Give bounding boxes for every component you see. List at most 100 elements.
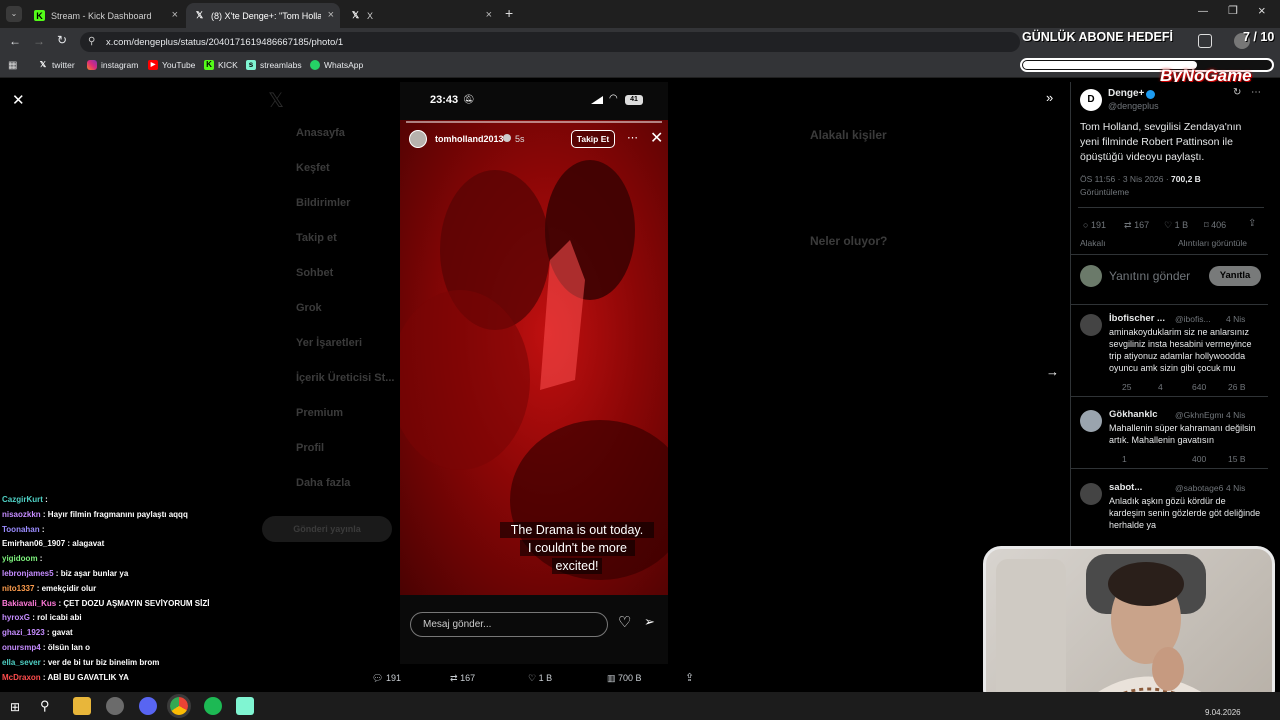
close-story-icon[interactable]: ✕ xyxy=(650,128,663,148)
reply-views[interactable]: 26 B xyxy=(1228,380,1246,394)
whatsapp-icon xyxy=(310,60,320,70)
chat-username[interactable]: nito1337 xyxy=(2,584,34,593)
close-viewer-icon[interactable]: ✕ xyxy=(12,91,25,109)
chrome-icon[interactable] xyxy=(167,694,191,718)
chat-separator: : xyxy=(53,569,61,578)
reply-avatar[interactable] xyxy=(1080,314,1102,336)
search-icon[interactable]: ⚲ xyxy=(40,698,50,714)
site-info-icon[interactable]: ⚲ xyxy=(88,36,95,47)
file-explorer-icon[interactable] xyxy=(73,697,91,715)
chat-username[interactable]: ghazi_1923 xyxy=(2,628,45,637)
tweet-reply-count[interactable]: ○ 191 xyxy=(1083,218,1106,232)
bg-side-title: Alakalı kişiler xyxy=(810,128,887,142)
discord-icon[interactable] xyxy=(139,697,157,715)
reply-views[interactable]: 15 B xyxy=(1228,452,1246,466)
chat-username[interactable]: CazgirKurt xyxy=(2,495,43,504)
chat-username[interactable]: McDraxon xyxy=(2,673,41,682)
chat-username[interactable]: Toonahan xyxy=(2,525,40,534)
chat-username[interactable]: Emirhan06_1907 xyxy=(2,539,65,548)
back-icon[interactable]: ← xyxy=(9,34,21,48)
url-input[interactable]: ⚲ x.com/dengeplus/status/204017161948666… xyxy=(80,32,1020,52)
minimize-icon[interactable]: — xyxy=(1198,6,1208,17)
reply-retweets[interactable]: 4 xyxy=(1158,380,1163,394)
close-window-icon[interactable]: × xyxy=(1258,3,1266,18)
bookmark-instagram[interactable]: instagram xyxy=(87,60,138,70)
like-action[interactable]: ♡ 1 B xyxy=(528,673,552,684)
bookmark-twitter[interactable]: 𝕏twitter xyxy=(38,60,75,70)
retweet-action[interactable]: ⇄ 167 xyxy=(450,673,475,684)
chat-username[interactable]: onursmp4 xyxy=(2,643,41,652)
reply-author[interactable]: sabot... xyxy=(1109,481,1142,495)
extensions-icon[interactable] xyxy=(1198,34,1212,48)
tweet-bookmark-count[interactable]: ⌑ 406 xyxy=(1204,218,1226,232)
story-age: 5s xyxy=(515,134,525,144)
bookmark-youtube[interactable]: ▶ YouTube xyxy=(148,60,195,70)
tab-kick-dashboard[interactable]: K Stream - Kick Dashboard × xyxy=(26,3,184,28)
bookmark-whatsapp[interactable]: WhatsApp xyxy=(310,60,363,70)
views-action[interactable]: ▥ 700 B xyxy=(607,673,642,684)
reply-handle[interactable]: @ibofis... xyxy=(1175,312,1223,326)
reply-author[interactable]: Gökhanklc xyxy=(1109,408,1158,422)
tweet-share-icon[interactable]: ⇪ xyxy=(1248,217,1256,231)
reply-avatar[interactable] xyxy=(1080,483,1102,505)
send-icon[interactable]: ➢ xyxy=(644,614,655,630)
bg-nav-item: Grok xyxy=(296,302,322,314)
new-tab-button[interactable]: + xyxy=(505,5,513,21)
screen: ⌄ K Stream - Kick Dashboard × 𝕏 (8) X'te… xyxy=(0,0,1280,720)
reply-replies[interactable]: 25 xyxy=(1122,380,1131,394)
story-user-avatar[interactable] xyxy=(409,130,427,148)
follow-button[interactable]: Takip Et xyxy=(571,130,615,148)
close-tab-icon[interactable]: × xyxy=(328,9,334,21)
author-avatar[interactable]: D xyxy=(1080,89,1102,111)
author-handle[interactable]: @dengeplus xyxy=(1108,99,1159,113)
reply-handle[interactable]: @sabotage65... xyxy=(1175,481,1223,495)
reply-likes[interactable]: 640 xyxy=(1192,380,1206,394)
message-input[interactable]: Mesaj gönder... xyxy=(410,612,608,637)
reply-handle[interactable]: @GkhnEgmn xyxy=(1175,408,1223,422)
chat-text: rol icabi abi xyxy=(37,613,82,623)
chat-username[interactable]: ella_sever xyxy=(2,658,41,667)
tab-x-post[interactable]: 𝕏 (8) X'te Denge+: "Tom Holland, × xyxy=(186,3,340,28)
chat-username[interactable]: nisaozkkn xyxy=(2,510,41,519)
close-tab-icon[interactable]: × xyxy=(172,9,178,21)
heart-icon[interactable]: ♡ xyxy=(618,613,631,631)
reply-action[interactable]: 💬︎ 191 xyxy=(372,673,401,684)
close-tab-icon[interactable]: × xyxy=(486,9,492,21)
tab-list-button[interactable]: ⌄ xyxy=(6,6,22,22)
tab-x[interactable]: 𝕏 X × xyxy=(342,3,498,28)
tweet-like-count[interactable]: ♡ 1 B xyxy=(1164,218,1188,232)
share-icon[interactable]: ⇪ xyxy=(685,671,694,684)
views-icon: ▥ xyxy=(607,673,616,683)
forward-icon[interactable]: → xyxy=(33,34,45,48)
reply-replies[interactable]: 1 xyxy=(1122,452,1127,466)
grok-icon[interactable]: ↻ xyxy=(1233,87,1241,98)
apps-grid-icon[interactable]: ▦ xyxy=(8,60,17,71)
tweet-retweet-count[interactable]: ⇄ 167 xyxy=(1124,218,1149,232)
next-image-icon[interactable]: → xyxy=(1046,364,1059,379)
tweet-more-icon[interactable]: ⋯ xyxy=(1251,87,1261,98)
reply-avatar[interactable] xyxy=(1080,410,1102,432)
app-icon[interactable] xyxy=(106,697,124,715)
battery-indicator: 41 xyxy=(625,95,643,105)
more-options-icon[interactable]: ⋯ xyxy=(627,131,638,144)
reply-button[interactable]: Yanıtla xyxy=(1209,266,1261,286)
tab-bar: ⌄ K Stream - Kick Dashboard × 𝕏 (8) X'te… xyxy=(0,0,1280,28)
relevant-dropdown[interactable]: Alakalı xyxy=(1080,236,1106,250)
chat-username[interactable]: hyroxG xyxy=(2,613,30,622)
bookmark-streamlabs[interactable]: s streamlabs xyxy=(246,60,302,70)
view-quotes-link[interactable]: Alıntıları görüntüle xyxy=(1178,236,1247,250)
start-icon[interactable]: ⊞ xyxy=(10,700,20,714)
expand-panel-icon[interactable]: » xyxy=(1046,90,1053,105)
spotify-icon[interactable] xyxy=(204,697,222,715)
chat-username[interactable]: lebronjames5 xyxy=(2,569,54,578)
chat-username[interactable]: yigidoom xyxy=(2,554,38,563)
reply-likes[interactable]: 400 xyxy=(1192,452,1206,466)
reply-author[interactable]: İbofischer ... xyxy=(1109,312,1165,326)
chat-username[interactable]: Bakiavali_Kus xyxy=(2,599,56,608)
streamlabs-taskbar-icon[interactable] xyxy=(236,697,254,715)
restore-icon[interactable]: ❐ xyxy=(1228,4,1238,17)
reply-input[interactable]: Yanıtını gönder xyxy=(1109,269,1190,283)
bookmark-kick[interactable]: K KICK xyxy=(204,60,238,70)
story-username[interactable]: tomholland2013 xyxy=(435,134,504,144)
reload-icon[interactable]: ↻ xyxy=(57,33,67,47)
